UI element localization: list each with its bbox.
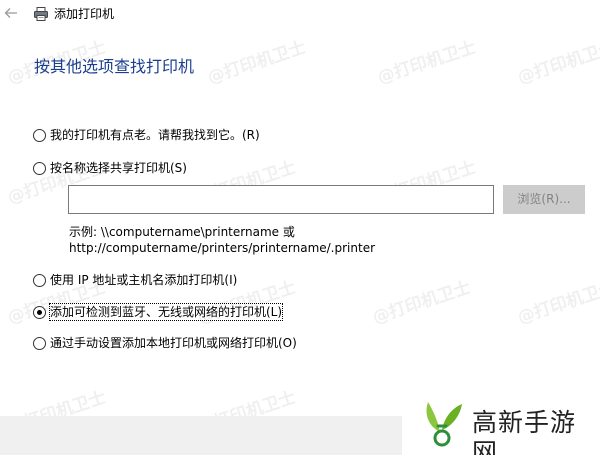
example-text-line1: 示例: \\computername\printername 或	[69, 225, 295, 239]
title-bar: 添加打印机	[0, 0, 600, 30]
example-text-line2: http://computername/printers/printername…	[69, 241, 376, 255]
radio-bluetooth-wireless[interactable]	[33, 305, 46, 319]
watermark: @打印机卫士	[375, 37, 479, 89]
brand-logo-icon	[426, 402, 462, 447]
option-shared-printer[interactable]: 按名称选择共享打印机(S)	[33, 159, 187, 177]
option-ip-address[interactable]: 使用 IP 地址或主机名添加打印机(I)	[33, 271, 237, 289]
option-manual-setup[interactable]: 通过手动设置添加本地打印机或网络打印机(O)	[33, 334, 297, 352]
option-label: 添加可检测到蓝牙、无线或网络的打印机(L)	[48, 303, 284, 321]
printer-name-input[interactable]	[68, 185, 494, 214]
radio-manual-setup[interactable]	[33, 336, 46, 350]
back-arrow-icon[interactable]	[3, 5, 19, 21]
option-bluetooth-wireless[interactable]: 添加可检测到蓝牙、无线或网络的打印机(L)	[33, 303, 284, 321]
option-old-printer[interactable]: 我的打印机有点老。请帮我找到它。(R)	[33, 126, 260, 144]
option-label: 使用 IP 地址或主机名添加打印机(I)	[50, 273, 238, 287]
option-label: 通过手动设置添加本地打印机或网络打印机(O)	[50, 336, 297, 350]
browse-button[interactable]: 浏览(R)...	[503, 185, 585, 214]
printer-icon	[34, 7, 48, 21]
brand-badge: 高新手游网	[402, 388, 600, 455]
radio-old-printer[interactable]	[33, 128, 46, 142]
option-label: 我的打印机有点老。请帮我找到它。(R)	[50, 128, 260, 142]
brand-name: 高新手游网	[472, 408, 577, 455]
radio-shared-printer[interactable]	[33, 161, 46, 175]
radio-ip-address[interactable]	[33, 273, 46, 287]
watermark: @打印机卫士	[370, 277, 474, 329]
page-heading: 按其他选项查找打印机	[34, 57, 195, 76]
watermark: @打印机卫士	[515, 37, 600, 89]
option-label: 按名称选择共享打印机(S)	[50, 161, 187, 175]
watermark: @打印机卫士	[205, 37, 309, 89]
window-title: 添加打印机	[54, 7, 115, 21]
watermark: @打印机卫士	[515, 277, 600, 329]
